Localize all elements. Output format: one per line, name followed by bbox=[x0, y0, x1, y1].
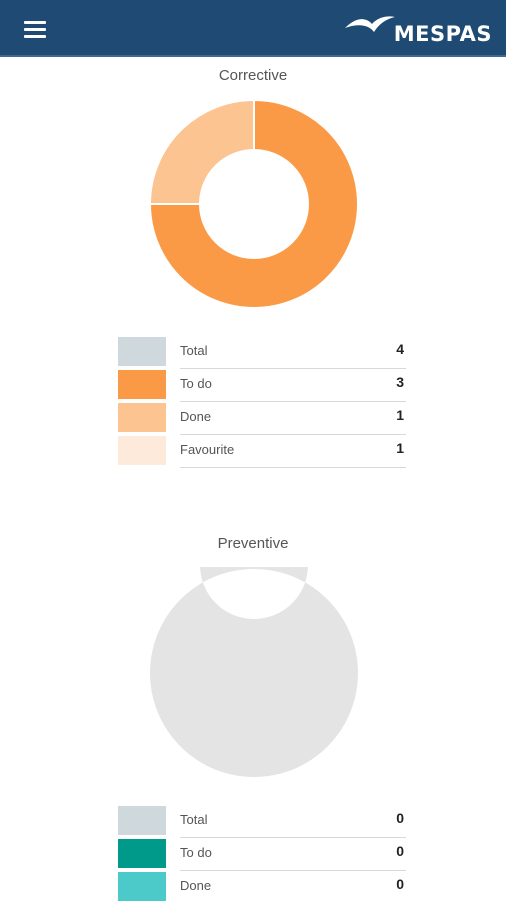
preventive-title: Preventive bbox=[217, 535, 289, 552]
bird-logo-icon bbox=[345, 16, 395, 32]
legend-row-favourite[interactable]: Favourite 1 bbox=[118, 435, 406, 468]
legend-value: 0 bbox=[396, 876, 404, 892]
app-header: MESPAS bbox=[0, 0, 506, 57]
legend-swatch bbox=[118, 370, 166, 399]
legend-label: Total bbox=[180, 812, 208, 827]
legend-value: 1 bbox=[396, 407, 404, 423]
legend-row-total: Total 4 bbox=[118, 336, 406, 369]
legend-label: Favourite bbox=[180, 442, 235, 457]
legend-row-to-do[interactable]: To do 3 bbox=[118, 369, 406, 402]
corrective-title: Corrective bbox=[218, 67, 288, 84]
legend-row-total: Total 0 bbox=[118, 805, 406, 838]
corrective-legend: Total 4 To do 3 Done 1 Favourite 1 bbox=[118, 336, 406, 468]
donut-slice-done[interactable] bbox=[148, 98, 255, 205]
legend-label: To do bbox=[180, 376, 212, 391]
legend-value: 0 bbox=[396, 810, 404, 826]
legend-swatch bbox=[118, 806, 166, 835]
legend-swatch bbox=[118, 872, 166, 901]
legend-value: 1 bbox=[396, 440, 404, 456]
preventive-legend: Total 0 To do 0 Done 0 bbox=[118, 805, 406, 904]
legend-swatch bbox=[118, 337, 166, 366]
legend-row-done[interactable]: Done 1 bbox=[118, 402, 406, 435]
legend-label: Done bbox=[180, 878, 212, 893]
brand-logo: MESPAS bbox=[344, 12, 494, 46]
legend-swatch bbox=[118, 403, 166, 432]
legend-row-done[interactable]: Done 0 bbox=[118, 871, 406, 904]
legend-label: Done bbox=[180, 409, 212, 424]
legend-label: Total bbox=[180, 343, 208, 358]
legend-label: To do bbox=[180, 845, 212, 860]
legend-row-to-do[interactable]: To do 0 bbox=[118, 838, 406, 871]
hamburger-menu-icon bbox=[24, 21, 46, 24]
divider bbox=[180, 467, 406, 468]
brand-name: MESPAS bbox=[393, 22, 492, 46]
legend-value: 0 bbox=[396, 843, 404, 859]
preventive-donut-chart bbox=[150, 567, 358, 777]
legend-swatch bbox=[118, 839, 166, 868]
corrective-donut-chart bbox=[148, 98, 359, 309]
legend-swatch bbox=[118, 436, 166, 465]
menu-button[interactable] bbox=[14, 16, 48, 42]
legend-value: 4 bbox=[396, 341, 404, 357]
legend-value: 3 bbox=[396, 374, 404, 390]
